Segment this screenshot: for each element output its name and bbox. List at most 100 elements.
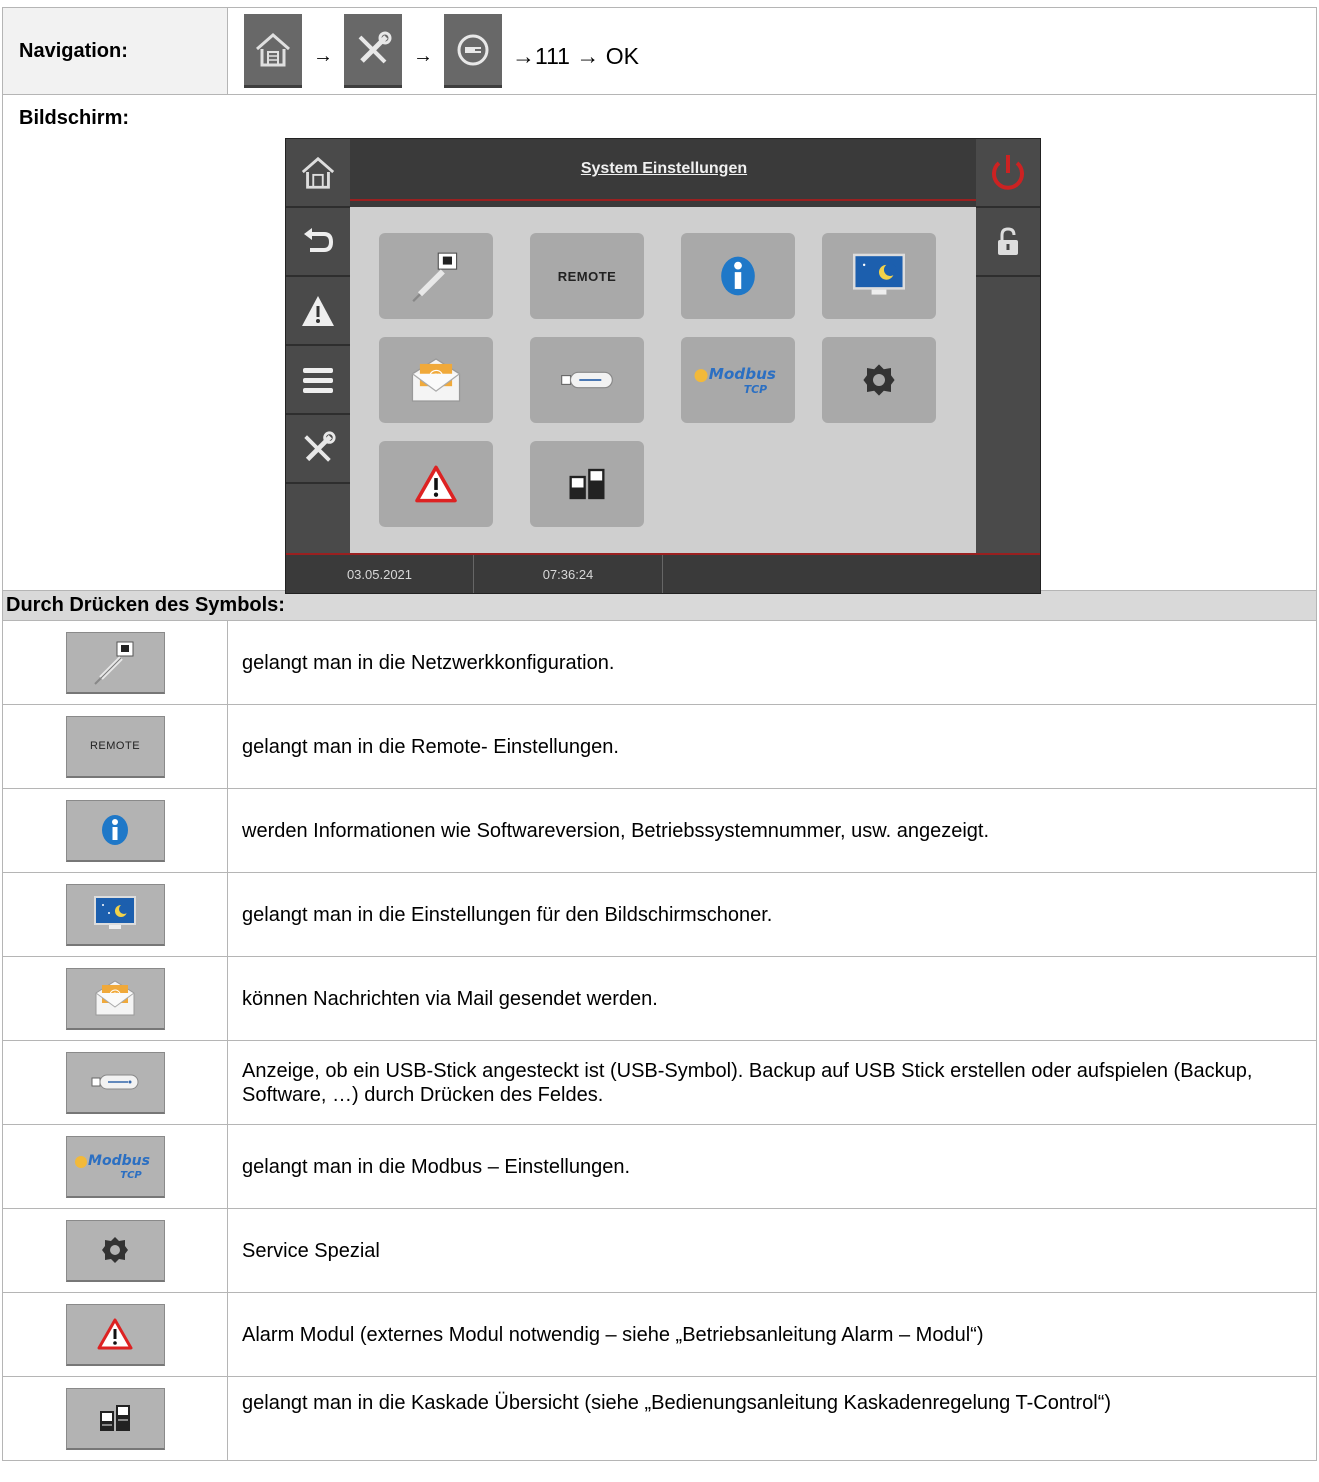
device-right-sidebar xyxy=(976,139,1040,553)
modbus-button[interactable]: Modbus TCP xyxy=(65,1135,165,1198)
service-button[interactable] xyxy=(65,1219,165,1282)
item-description: gelangt man in die Netzwerkkonfiguration… xyxy=(227,620,1317,705)
device-back-button[interactable] xyxy=(286,208,350,277)
navigation-arrow: → xyxy=(313,44,333,67)
info-icon xyxy=(721,256,755,296)
table-row: @ können Nachrichten via Mail gesendet w… xyxy=(2,956,1317,1041)
svg-text:Modbus: Modbus xyxy=(88,1153,150,1169)
item-description: können Nachrichten via Mail gesendet wer… xyxy=(227,956,1317,1041)
device-status-bar: 03.05.2021 07:36:24 xyxy=(286,553,1040,593)
cascade-icon xyxy=(100,1405,130,1431)
device-left-sidebar xyxy=(286,139,350,553)
item-description: gelangt man in die Einstellungen für den… xyxy=(227,872,1317,957)
navigation-suffix: →111 → OK xyxy=(512,42,639,69)
tile-screensaver[interactable] xyxy=(822,233,936,319)
svg-text:Modbus: Modbus xyxy=(709,365,776,383)
section-header-row: Durch Drücken des Symbols: xyxy=(2,590,1317,621)
table-row: REMOTE gelangt man in die Remote- Einste… xyxy=(2,704,1317,789)
tile-usb[interactable] xyxy=(530,337,644,423)
device-warning-button[interactable] xyxy=(286,277,350,346)
info-button[interactable] xyxy=(65,799,165,862)
screensaver-icon xyxy=(853,253,905,295)
network-button[interactable] xyxy=(65,631,165,694)
tile-remote[interactable]: REMOTE xyxy=(530,233,644,319)
screensaver-button[interactable] xyxy=(65,883,165,946)
home-icon xyxy=(301,156,335,189)
network-icon xyxy=(94,641,134,685)
item-description: gelangt man in die Modbus – Einstellunge… xyxy=(227,1124,1317,1209)
system-button[interactable] xyxy=(444,14,502,88)
tile-info[interactable] xyxy=(681,233,795,319)
modbus-icon: Modbus TCP xyxy=(694,365,776,396)
remote-icon: REMOTE xyxy=(557,268,617,284)
modbus-icon: Modbus TCP xyxy=(75,1153,150,1181)
warning-icon xyxy=(302,295,334,326)
table-row: werden Informationen wie Softwareversion… xyxy=(2,788,1317,873)
gear-icon xyxy=(102,1237,128,1263)
navigation-arrow: → xyxy=(413,44,433,67)
device-date: 03.05.2021 xyxy=(286,555,474,593)
navigation-path: → → →111 → OK xyxy=(227,7,1317,95)
table-row: Modbus TCP gelangt man in die Modbus – E… xyxy=(2,1124,1317,1209)
device-tools-button[interactable] xyxy=(286,415,350,484)
device-lock-button[interactable] xyxy=(976,208,1040,277)
usb-icon xyxy=(91,1074,139,1090)
table-row: Anzeige, ob ein USB-Stick angesteckt ist… xyxy=(2,1040,1317,1125)
device-content-panel: REMOTE @ xyxy=(350,207,976,553)
svg-text:TCP: TCP xyxy=(120,1170,142,1181)
table-row: gelangt man in die Einstellungen für den… xyxy=(2,872,1317,957)
tile-mail[interactable]: @ xyxy=(379,337,493,423)
item-description: Alarm Modul (externes Modul notwendig – … xyxy=(227,1292,1317,1377)
home-icon xyxy=(256,32,290,66)
tile-modbus[interactable]: Modbus TCP xyxy=(681,337,795,423)
usb-icon xyxy=(561,371,613,389)
item-description: Service Spezial xyxy=(227,1208,1317,1293)
device-title: System Einstellungen xyxy=(350,139,978,201)
device-home-button[interactable] xyxy=(286,139,350,208)
item-description: werden Informationen wie Softwareversion… xyxy=(227,788,1317,873)
svg-text:TCP: TCP xyxy=(744,383,767,396)
menu-icon xyxy=(303,367,333,393)
unlock-icon xyxy=(998,226,1018,255)
section-header: Durch Drücken des Symbols: xyxy=(2,590,1317,621)
alarm-button[interactable] xyxy=(65,1303,165,1366)
tools-button[interactable] xyxy=(344,14,402,88)
tools-icon xyxy=(304,430,336,462)
info-icon xyxy=(102,815,128,845)
network-icon xyxy=(412,252,458,302)
screensaver-icon xyxy=(94,896,136,929)
back-arrow-icon xyxy=(304,227,334,252)
cascade-icon xyxy=(569,468,605,500)
mail-button[interactable]: @ xyxy=(65,967,165,1030)
item-description: gelangt man in die Remote- Einstellungen… xyxy=(227,704,1317,789)
device-menu-button[interactable] xyxy=(286,346,350,415)
usb-plug-icon xyxy=(457,34,489,65)
alarm-icon xyxy=(415,465,457,503)
gear-icon xyxy=(863,364,895,396)
mail-icon: @ xyxy=(411,358,461,402)
tools-icon xyxy=(358,31,392,63)
mail-icon: @ xyxy=(95,980,135,1016)
tile-cascade[interactable] xyxy=(530,441,644,527)
table-row: gelangt man in die Kaskade Übersicht (si… xyxy=(2,1376,1317,1461)
table-row: Alarm Modul (externes Modul notwendig – … xyxy=(2,1292,1317,1377)
home-button[interactable] xyxy=(244,14,302,88)
navigation-label: Navigation: xyxy=(2,7,228,95)
tile-network[interactable] xyxy=(379,233,493,319)
cascade-button[interactable] xyxy=(65,1387,165,1450)
navigation-row: Navigation: → → →111 → OK xyxy=(2,7,1317,95)
power-icon xyxy=(992,154,1024,190)
device-time: 07:36:24 xyxy=(474,555,663,593)
remote-icon: REMOTE xyxy=(89,740,141,752)
device-power-button[interactable] xyxy=(976,139,1040,208)
usb-button[interactable] xyxy=(65,1051,165,1114)
tile-service[interactable] xyxy=(822,337,936,423)
alarm-icon xyxy=(97,1318,133,1350)
screen-label: Bildschirm: xyxy=(19,107,130,129)
table-row: gelangt man in die Netzwerkkonfiguration… xyxy=(2,620,1317,705)
item-description: Anzeige, ob ein USB-Stick angesteckt ist… xyxy=(227,1040,1317,1125)
tile-alarm[interactable] xyxy=(379,441,493,527)
remote-button[interactable]: REMOTE xyxy=(65,715,165,778)
table-row: Service Spezial xyxy=(2,1208,1317,1293)
item-description: gelangt man in die Kaskade Übersicht (si… xyxy=(227,1376,1317,1461)
